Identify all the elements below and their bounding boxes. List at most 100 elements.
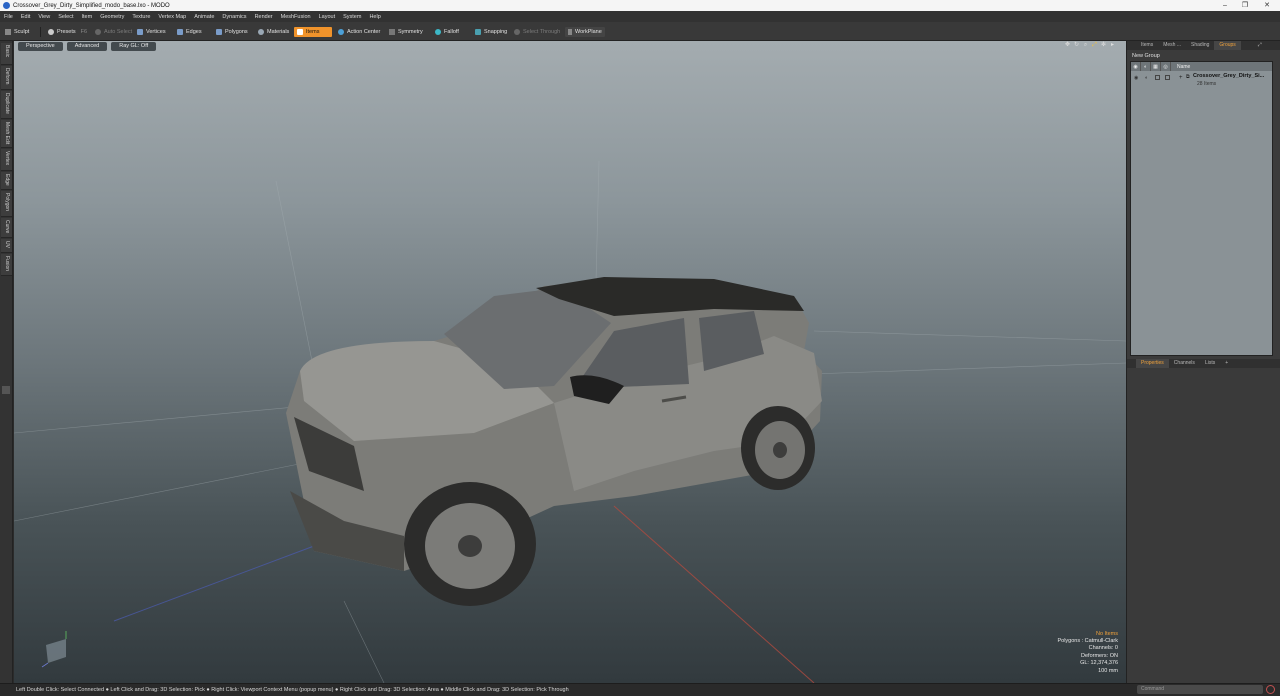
- tab-mesh-edit-label: Mesh Edit: [4, 122, 10, 145]
- workplane-icon: [568, 29, 572, 35]
- tab-shading[interactable]: Shading: [1186, 41, 1214, 50]
- command-history-icon[interactable]: [1266, 685, 1275, 694]
- viewport-settings-icon[interactable]: ✻: [1100, 42, 1107, 49]
- minimize-icon[interactable]: –: [1216, 0, 1234, 11]
- 3d-viewport[interactable]: Perspective Advanced Ray GL: Off ✥ ↻ ⌕ ⤢…: [14, 41, 1126, 683]
- view-type-dropdown[interactable]: Perspective: [18, 41, 63, 51]
- tab-deform[interactable]: Deform: [1, 66, 12, 90]
- menu-item[interactable]: Item: [81, 14, 92, 20]
- menu-view[interactable]: View: [38, 14, 50, 20]
- vertices-button[interactable]: Vertices: [134, 27, 169, 37]
- menu-geometry[interactable]: Geometry: [100, 14, 124, 20]
- panel-collapse-handle[interactable]: [2, 386, 10, 394]
- expand-group-icon[interactable]: +: [1179, 75, 1183, 81]
- tab-basic[interactable]: Basic: [1, 43, 12, 65]
- tab-duplicate[interactable]: Duplicate: [1, 91, 12, 119]
- tab-uv-label: UV: [4, 241, 10, 248]
- select-toggle-icon[interactable]: [1165, 75, 1170, 80]
- tab-fusion[interactable]: Fusion: [1, 254, 12, 276]
- maximize-icon[interactable]: ❐: [1236, 0, 1254, 11]
- tab-edge[interactable]: Edge: [1, 172, 12, 190]
- move-view-icon[interactable]: ✥: [1064, 42, 1071, 49]
- lock-column-icon[interactable]: ▦: [1151, 62, 1161, 71]
- tab-vertex[interactable]: Vertex: [1, 149, 12, 171]
- viewport-info: No Items Polygons : Catmull-Clark Channe…: [1057, 631, 1118, 675]
- symmetry-button[interactable]: Symmetry: [386, 27, 426, 37]
- tab-lists[interactable]: Lists: [1200, 359, 1220, 368]
- menu-help[interactable]: Help: [369, 14, 380, 20]
- tab-properties[interactable]: Properties: [1136, 359, 1169, 368]
- tab-channels[interactable]: Channels: [1169, 359, 1200, 368]
- tab-items[interactable]: Items: [1136, 41, 1158, 50]
- fit-view-icon[interactable]: ⤢: [1091, 42, 1098, 49]
- main-toolbar: Sculpt Presets F6 Auto Select Vertices Ed…: [0, 22, 1280, 41]
- tab-mesh-edit[interactable]: Mesh Edit: [1, 120, 12, 148]
- falloff-button[interactable]: Falloff: [432, 27, 462, 37]
- tab-polygon-label: Polygon: [4, 193, 10, 212]
- tab-curve-label: Curve: [4, 220, 10, 234]
- menu-texture[interactable]: Texture: [132, 14, 150, 20]
- deformers-info: Deformers: ON: [1081, 652, 1118, 659]
- workplane-button[interactable]: WorkPlane: [565, 27, 605, 37]
- auto-select-icon: [95, 29, 101, 35]
- render-column-icon[interactable]: ◐: [1141, 62, 1151, 71]
- edges-button[interactable]: Edges: [174, 27, 205, 37]
- menu-layout[interactable]: Layout: [319, 14, 336, 20]
- vertices-icon: [137, 29, 143, 35]
- menu-animate[interactable]: Animate: [194, 14, 214, 20]
- vertices-label: Vertices: [146, 29, 166, 35]
- new-group-button[interactable]: New Group: [1130, 52, 1278, 60]
- ray-gl-toggle[interactable]: Ray GL: Off: [111, 41, 157, 51]
- tab-curve[interactable]: Curve: [1, 218, 12, 238]
- items-label: Items: [306, 29, 320, 35]
- menu-system[interactable]: System: [343, 14, 361, 20]
- select-column-icon[interactable]: ◎: [1161, 62, 1171, 71]
- action-center-button[interactable]: Action Center: [335, 27, 383, 37]
- title-bar: Crossover_Grey_Dirty_Simplified_modo_bas…: [0, 0, 1280, 11]
- tab-polygon[interactable]: Polygon: [1, 191, 12, 217]
- close-icon[interactable]: ✕: [1258, 0, 1276, 11]
- tab-mesh[interactable]: Mesh ...: [1158, 41, 1186, 50]
- maximize-viewport-icon[interactable]: ▸: [1109, 42, 1116, 49]
- menu-dynamics[interactable]: Dynamics: [222, 14, 246, 20]
- presets-button[interactable]: Presets F6: [45, 27, 90, 37]
- tab-uv[interactable]: UV: [1, 239, 12, 253]
- menu-render[interactable]: Render: [255, 14, 273, 20]
- snapping-button[interactable]: Snapping: [472, 27, 510, 37]
- viewport-header: Perspective Advanced Ray GL: Off ✥ ↻ ⌕ ⤢…: [14, 41, 1126, 51]
- render-toggle-icon[interactable]: ◐: [1145, 75, 1148, 81]
- symmetry-icon: [389, 29, 395, 35]
- snapping-icon: [475, 29, 481, 35]
- menu-vertex-map[interactable]: Vertex Map: [158, 14, 186, 20]
- tab-groups[interactable]: Groups: [1214, 41, 1241, 50]
- modo-app-icon: [3, 2, 10, 9]
- menu-meshfusion[interactable]: MeshFusion: [281, 14, 311, 20]
- eye-icon[interactable]: ◉: [1134, 75, 1138, 81]
- groups-list-header: ◉ ◐ ▦ ◎ Name: [1131, 62, 1272, 71]
- visibility-column-icon[interactable]: ◉: [1131, 62, 1141, 71]
- expand-panel-icon[interactable]: ⤢: [1253, 41, 1267, 50]
- select-through-button[interactable]: Select Through: [511, 27, 563, 37]
- command-input[interactable]: Command: [1137, 685, 1263, 694]
- menu-file[interactable]: File: [4, 14, 13, 20]
- upper-tab-row: Items Mesh ... Shading Groups ⤢: [1127, 41, 1280, 50]
- sculpt-button[interactable]: Sculpt: [2, 27, 32, 37]
- rotate-view-icon[interactable]: ↻: [1073, 42, 1080, 49]
- group-row[interactable]: ◉ ◐ + ⧉ Crossover_Grey_Dirty_Si... 28 It…: [1131, 72, 1272, 90]
- menu-edit[interactable]: Edit: [21, 14, 30, 20]
- add-tab-icon[interactable]: +: [1220, 359, 1233, 368]
- right-panel: Items Mesh ... Shading Groups ⤢ New Grou…: [1126, 41, 1280, 683]
- lock-toggle-icon[interactable]: [1155, 75, 1160, 80]
- tab-deform-label: Deform: [4, 68, 10, 85]
- group-icon: ⧉: [1186, 74, 1190, 80]
- axis-gizmo: [41, 631, 67, 668]
- polygons-button[interactable]: Polygons: [213, 27, 251, 37]
- brush-icon: [5, 29, 11, 35]
- shading-mode-dropdown[interactable]: Advanced: [66, 41, 108, 51]
- zoom-view-icon[interactable]: ⌕: [1082, 42, 1089, 49]
- materials-button[interactable]: Materials: [255, 27, 292, 37]
- menu-select[interactable]: Select: [58, 14, 73, 20]
- items-button[interactable]: Items: [294, 27, 332, 37]
- auto-select-button[interactable]: Auto Select: [92, 27, 135, 37]
- group-name: Crossover_Grey_Dirty_Si...: [1193, 73, 1265, 79]
